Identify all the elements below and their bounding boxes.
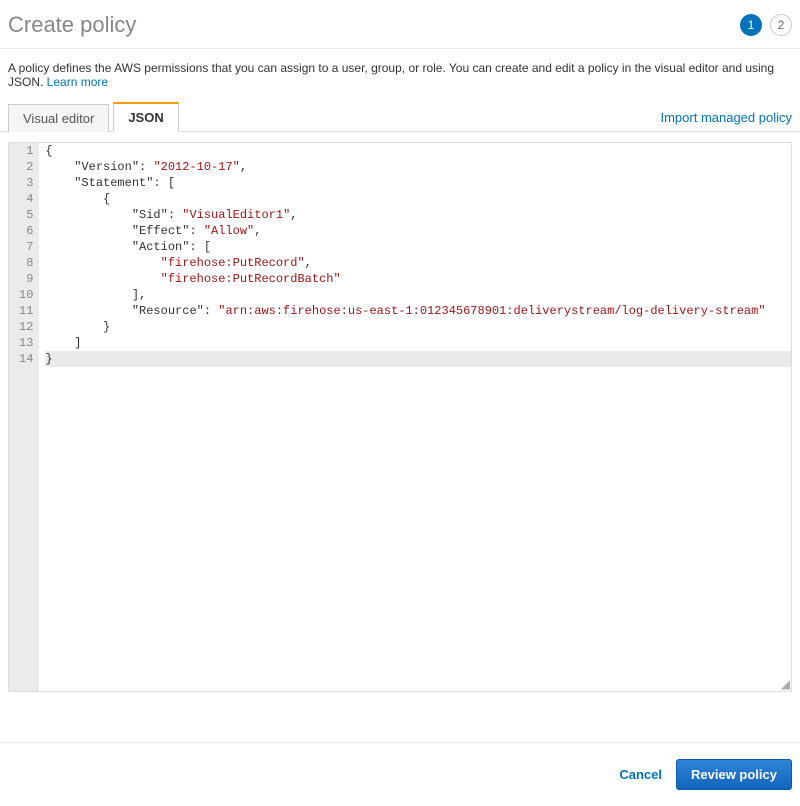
code-line[interactable]: "Action": [ <box>45 239 791 255</box>
code-line[interactable]: "Resource": "arn:aws:firehose:us-east-1:… <box>45 303 791 319</box>
code-line[interactable]: "Statement": [ <box>45 175 791 191</box>
tab-visual-editor[interactable]: Visual editor <box>8 104 109 132</box>
policy-description: A policy defines the AWS permissions tha… <box>0 49 800 101</box>
line-number: 7 <box>19 239 33 255</box>
wizard-steps: 1 2 <box>740 14 792 36</box>
line-number: 12 <box>19 319 33 335</box>
line-number: 11 <box>19 303 33 319</box>
line-number: 4 <box>19 191 33 207</box>
line-number: 6 <box>19 223 33 239</box>
import-managed-policy-link[interactable]: Import managed policy <box>660 110 792 131</box>
line-number: 5 <box>19 207 33 223</box>
code-line[interactable]: "Sid": "VisualEditor1", <box>45 207 791 223</box>
code-line[interactable]: ], <box>45 287 791 303</box>
line-number: 9 <box>19 271 33 287</box>
line-number: 2 <box>19 159 33 175</box>
step-2[interactable]: 2 <box>770 14 792 36</box>
code-line[interactable]: "Effect": "Allow", <box>45 223 791 239</box>
code-line[interactable]: { <box>45 143 791 159</box>
line-number-gutter: 1234567891011121314 <box>9 143 39 691</box>
line-number: 10 <box>19 287 33 303</box>
code-line[interactable]: "firehose:PutRecord", <box>45 255 791 271</box>
code-line[interactable]: } <box>45 319 791 335</box>
code-line[interactable]: ] <box>45 335 791 351</box>
code-line[interactable]: { <box>45 191 791 207</box>
code-line[interactable]: } <box>45 351 791 367</box>
step-1[interactable]: 1 <box>740 14 762 36</box>
learn-more-link[interactable]: Learn more <box>47 75 108 89</box>
review-policy-button[interactable]: Review policy <box>676 759 792 790</box>
line-number: 3 <box>19 175 33 191</box>
resize-handle-icon[interactable]: ◢ <box>778 678 790 690</box>
json-editor[interactable]: 1234567891011121314 { "Version": "2012-1… <box>8 142 792 692</box>
code-line[interactable]: "firehose:PutRecordBatch" <box>45 271 791 287</box>
code-editor-body[interactable]: 1234567891011121314 { "Version": "2012-1… <box>9 143 791 691</box>
description-text: A policy defines the AWS permissions tha… <box>8 61 774 89</box>
editor-tabs: Visual editor JSON Import managed policy <box>0 101 800 132</box>
line-number: 8 <box>19 255 33 271</box>
line-number: 14 <box>19 351 33 367</box>
tab-json[interactable]: JSON <box>113 102 178 132</box>
cancel-button[interactable]: Cancel <box>619 767 662 782</box>
line-number: 13 <box>19 335 33 351</box>
page-header: Create policy 1 2 <box>0 0 800 49</box>
code-content[interactable]: { "Version": "2012-10-17", "Statement": … <box>39 143 791 691</box>
line-number: 1 <box>19 143 33 159</box>
footer-actions: Cancel Review policy <box>0 742 800 806</box>
page-title: Create policy <box>8 12 136 38</box>
code-line[interactable]: "Version": "2012-10-17", <box>45 159 791 175</box>
